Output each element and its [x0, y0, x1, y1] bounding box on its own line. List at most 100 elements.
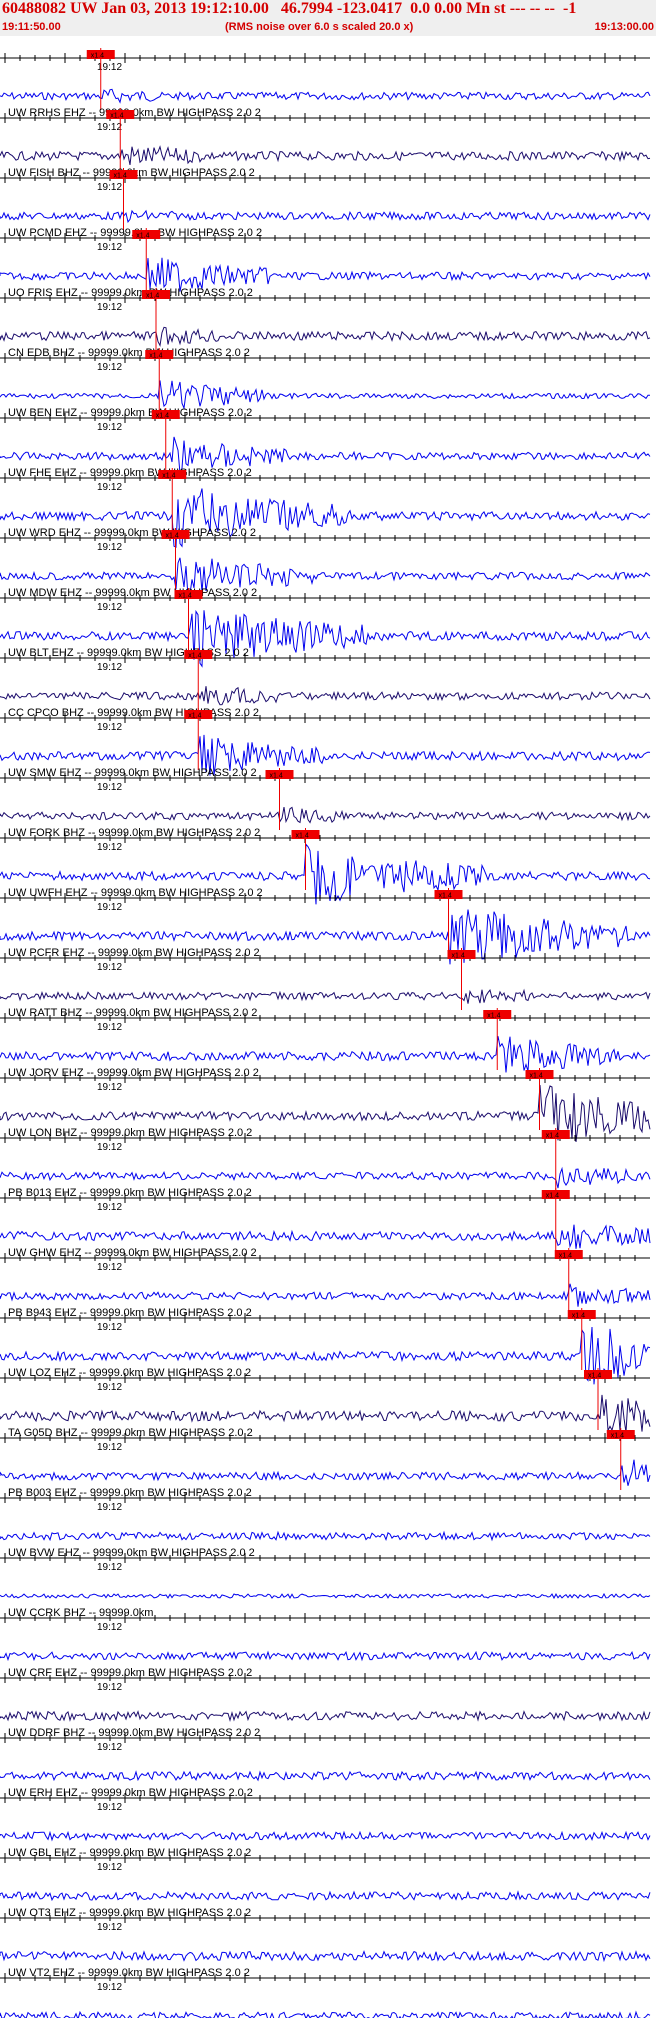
pick-label: x1.4: [149, 353, 162, 360]
tick-label: 19:12: [97, 1622, 122, 1633]
pick-label: x1.4: [611, 1433, 624, 1440]
tick-label: 19:12: [97, 602, 122, 613]
station-label: UW BLT EHZ -- 99999.0km BW HIGHPASS 2.0 …: [8, 647, 249, 659]
pick-label: x1.4: [110, 113, 123, 120]
station-label: UW LON BHZ -- 99999.0km BW HIGHPASS 2.0 …: [8, 1127, 252, 1139]
station-label: UW BVW EHZ -- 99999.0km BW HIGHPASS 2.0 …: [8, 1547, 255, 1559]
waveform-trace: [0, 1830, 651, 1842]
waveform-trace: [0, 145, 651, 165]
tick-label: 19:12: [97, 482, 122, 493]
tick-label: 19:12: [97, 842, 122, 853]
station-label: UW RRHS EHZ -- 99999.0km BW HIGHPASS 2.0…: [8, 107, 261, 119]
station-label: UW UWFH EHZ -- 99999.0km BW HIGHPASS 2.0…: [8, 887, 263, 899]
waveform-trace: [0, 1530, 651, 1542]
tick-label: 19:12: [97, 122, 122, 133]
station-label: UW ERH EHZ -- 99999.0km BW HIGHPASS 2.0 …: [8, 1787, 253, 1799]
pick-label: x1.4: [452, 953, 465, 960]
waveform-trace: [0, 686, 651, 706]
station-label: UW DDRF BHZ -- 99999.0km BW HIGHPASS 2.0…: [8, 1727, 260, 1739]
tick-label: 19:12: [97, 1982, 122, 1993]
station-label: TA G05D BHZ -- 99999.0km BW HIGHPASS 2.0…: [8, 1427, 253, 1439]
waveform-trace: [0, 988, 651, 1004]
tick-label: 19:12: [97, 722, 122, 733]
pick-label: x1.4: [114, 173, 127, 180]
pick-label: x1.4: [546, 1193, 559, 1200]
tick-label: 19:12: [97, 1322, 122, 1333]
station-label: UW CRF EHZ -- 99999.0km BW HIGHPASS 2.0 …: [8, 1667, 252, 1679]
waveform-trace: [0, 1283, 651, 1307]
pick-label: x1.4: [146, 293, 159, 300]
station-label: UW JORV EHZ -- 99999.0km BW HIGHPASS 2.0…: [8, 1067, 259, 1079]
event-title: 60488082 UW Jan 03, 2013 19:12:10.00 46.…: [2, 0, 577, 17]
pick-label: x1.4: [572, 1313, 585, 1320]
waveform-trace: [0, 1592, 651, 1600]
tick-label: 19:12: [97, 302, 122, 313]
tick-label: 19:12: [97, 362, 122, 373]
waveform-trace: [0, 1890, 651, 1902]
end-time: 19:13:00.00: [594, 21, 654, 33]
station-label: UW RATT BHZ -- 99999.0km BW HIGHPASS 2.0…: [8, 1007, 257, 1019]
tick-label: 19:12: [97, 1442, 122, 1453]
tick-label: 19:12: [97, 542, 122, 553]
tick-label: 19:12: [97, 662, 122, 673]
station-label: UW CCRK BHZ -- 99999.0km: [8, 1607, 153, 1619]
tick-label: 19:12: [97, 1742, 122, 1753]
seismogram-panel: 19:12x1.4UW RRHS EHZ -- 99999.0km BW HIG…: [0, 48, 651, 2018]
waveform-trace: [0, 2010, 651, 2018]
waveform-trace: [0, 806, 651, 824]
station-label: CC CPCO BHZ -- 99999.0km BW HIGHPASS 2.0…: [8, 707, 259, 719]
tick-label: 19:12: [97, 962, 122, 973]
station-label: UW SMW EHZ -- 99999.0km BW HIGHPASS 2.0 …: [8, 767, 257, 779]
pick-label: x1.4: [559, 1253, 572, 1260]
tick-label: 19:12: [97, 1502, 122, 1513]
tick-label: 19:12: [97, 1382, 122, 1393]
pick-label: x1.4: [296, 833, 309, 840]
tick-label: 19:12: [97, 902, 122, 913]
pick-label: x1.4: [188, 713, 201, 720]
pick-label: x1.4: [270, 773, 283, 780]
pick-label: x1.4: [188, 653, 201, 660]
tick-label: 19:12: [97, 1802, 122, 1813]
station-label: UW GHW EHZ -- 99999.0km BW HIGHPASS 2.0 …: [8, 1247, 257, 1259]
waveform-trace: [0, 1459, 651, 1486]
pick-label: x1.4: [588, 1373, 601, 1380]
waveform-trace: [0, 1650, 651, 1662]
tick-label: 19:12: [97, 1262, 122, 1273]
tick-label: 19:12: [97, 1682, 122, 1693]
record-header: 60488082 UW Jan 03, 2013 19:12:10.00 46.…: [0, 0, 656, 36]
scaling-note: (RMS noise over 6.0 s scaled 20.0 x): [225, 21, 414, 33]
pick-label: x1.4: [136, 233, 149, 240]
station-label: UW PCFR EHZ -- 99999.0km BW HIGHPASS 2.0…: [8, 947, 260, 959]
waveform-trace: [0, 1166, 651, 1189]
tick-label: 19:12: [97, 1922, 122, 1933]
station-label: UW VT2 EHZ -- 99999.0km BW HIGHPASS 2.0 …: [8, 1967, 250, 1979]
pick-label: x1.4: [156, 413, 169, 420]
station-label: UW MDW EHZ -- 99999.0km BW HIGHPASS 2.0 …: [8, 587, 257, 599]
station-label: CN EDB BHZ -- 99999.0km BW HIGHPASS 2.0 …: [8, 347, 250, 359]
station-label: UW FORK BHZ -- 99999.0km BW HIGHPASS 2.0…: [8, 827, 260, 839]
pick-label: x1.4: [439, 893, 452, 900]
tick-label: 19:12: [97, 1022, 122, 1033]
station-label: UW BEN EHZ -- 99999.0km BW HIGHPASS 2.0 …: [8, 407, 252, 419]
station-label: UW WRD EHZ -- 99999.0km BW HIGHPASS 2.0 …: [8, 527, 256, 539]
waveform-trace: [0, 380, 650, 411]
waveform-trace: [0, 1950, 651, 1963]
tick-label: 19:12: [97, 182, 122, 193]
pick-label: x1.4: [487, 1013, 500, 1020]
tick-label: 19:12: [97, 1562, 122, 1573]
tick-label: 19:12: [97, 422, 122, 433]
waveform-trace: [0, 326, 651, 347]
tick-label: 19:12: [97, 242, 122, 253]
tick-label: 19:12: [97, 1862, 122, 1873]
pick-label: x1.4: [546, 1133, 559, 1140]
tick-label: 19:12: [97, 782, 122, 793]
pick-label: x1.4: [91, 53, 104, 60]
waveform-trace: [0, 1710, 651, 1723]
station-label: UO FRIS EHZ -- 99999.0km BW HIGHPASS 2.0…: [8, 287, 253, 299]
pick-label: x1.4: [162, 473, 175, 480]
waveform-trace: [0, 88, 651, 104]
tick-label: 19:12: [97, 1142, 122, 1153]
pick-label: x1.4: [530, 1073, 543, 1080]
waveform-trace: [0, 209, 651, 224]
pick-label: x1.4: [179, 593, 192, 600]
